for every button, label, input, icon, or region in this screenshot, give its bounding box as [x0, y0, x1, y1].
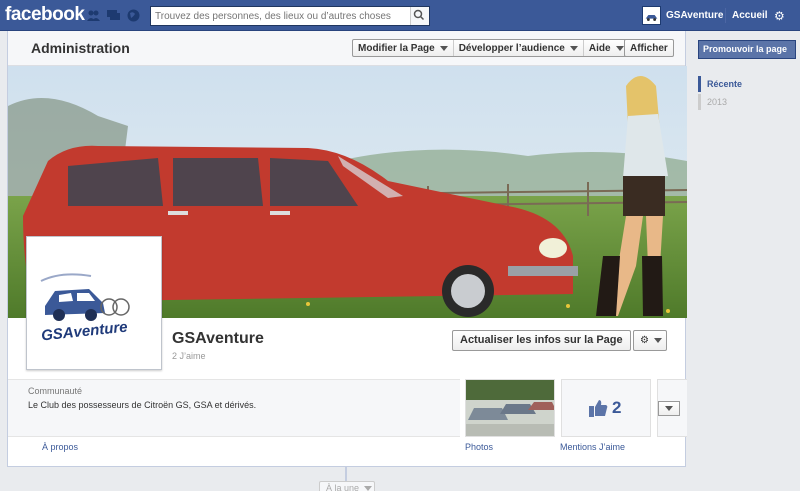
likes-tile[interactable]: 2: [561, 379, 651, 437]
help-menu[interactable]: Aide: [584, 40, 629, 56]
page-category: Communauté: [28, 386, 83, 396]
page-main: Administration Modifier la Page Développ…: [7, 31, 687, 467]
edit-page-label: Modifier la Page: [358, 43, 435, 54]
chevron-down-icon: [665, 406, 673, 411]
search-icon: [413, 9, 425, 21]
topbar-divider: [725, 8, 726, 23]
thumbs-up-icon: [589, 400, 608, 417]
account-avatar[interactable]: [642, 6, 661, 25]
admin-title: Administration: [31, 40, 130, 56]
page-options-button[interactable]: ⚙: [633, 330, 667, 351]
help-label: Aide: [588, 43, 611, 54]
page-title[interactable]: GSAventure: [172, 330, 264, 348]
more-apps-button[interactable]: [658, 401, 680, 416]
promote-page-button[interactable]: Promouvoir la page: [698, 40, 796, 59]
profile-picture[interactable]: GSAventure: [26, 236, 162, 370]
timeline-highlights-button[interactable]: À la une: [319, 481, 375, 491]
search-box: [150, 6, 430, 26]
chevron-down-icon: [569, 45, 578, 51]
show-admin-button[interactable]: Afficher: [624, 39, 674, 57]
highlights-label: À la une: [326, 483, 360, 491]
tab-about[interactable]: À propos: [42, 442, 78, 452]
photos-thumbnail: [466, 380, 554, 436]
about-box[interactable]: Communauté Le Club des possesseurs de Ci…: [8, 379, 460, 437]
build-audience-menu[interactable]: Développer l’audience: [454, 40, 584, 56]
chevron-down-icon: [653, 337, 662, 343]
timeline-nav-year[interactable]: 2013: [698, 94, 727, 110]
facebook-logo[interactable]: facebook: [5, 4, 85, 26]
photos-tile[interactable]: [465, 379, 555, 437]
messages-icon[interactable]: [107, 9, 120, 22]
page-description: Le Club des possesseurs de Citroën GS, G…: [28, 400, 257, 410]
chevron-down-icon: [615, 45, 624, 51]
search-button[interactable]: [410, 7, 429, 25]
build-audience-label: Développer l’audience: [458, 43, 565, 54]
admin-menu: Modifier la Page Développer l’audience A…: [352, 39, 630, 57]
home-link[interactable]: Accueil: [732, 10, 768, 21]
admin-panel-bar: Administration Modifier la Page Développ…: [8, 31, 685, 66]
chevron-down-icon: [364, 486, 373, 491]
top-bar: facebook GSAventure Accueil ⚙: [0, 0, 800, 31]
more-apps-tile: [657, 379, 687, 437]
tab-photos[interactable]: Photos: [465, 442, 493, 452]
edit-page-menu[interactable]: Modifier la Page: [353, 40, 454, 56]
account-name-link[interactable]: GSAventure: [666, 10, 723, 21]
notifications-globe-icon[interactable]: [127, 9, 140, 22]
update-page-info-button[interactable]: Actualiser les infos sur la Page: [452, 330, 631, 351]
likes-count: 2: [612, 398, 622, 417]
timeline-nav-recent[interactable]: Récente: [698, 76, 742, 92]
friends-icon[interactable]: [87, 9, 100, 22]
settings-gear-icon[interactable]: ⚙: [774, 9, 785, 23]
gear-icon: ⚙: [640, 335, 649, 346]
gsaventure-logo-image: [31, 241, 157, 365]
search-input[interactable]: [151, 7, 409, 25]
chevron-down-icon: [439, 45, 448, 51]
likes-subtitle: 2 J’aime: [172, 351, 206, 361]
tab-likes[interactable]: Mentions J’aime: [560, 442, 625, 452]
